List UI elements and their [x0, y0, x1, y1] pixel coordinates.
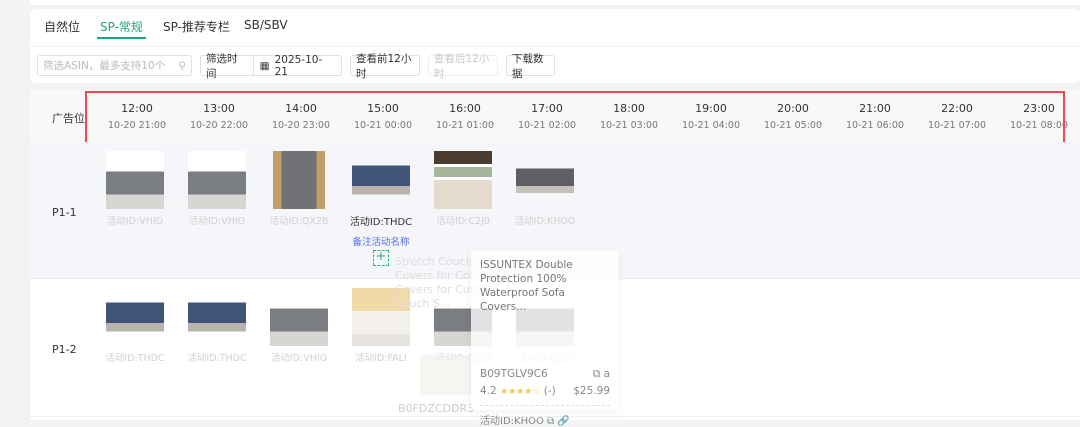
next-12h-button[interactable]: 查看后12小时 — [428, 53, 498, 80]
ad-cell[interactable]: 活动ID:KHOO — [504, 151, 586, 227]
product-tooltip: ISSUNTEX Double Protection 100% Waterpro… — [471, 250, 619, 427]
price: $25.99 — [573, 385, 610, 397]
product-image[interactable] — [352, 151, 410, 209]
divider — [30, 46, 1080, 47]
prev-12h-button[interactable]: 查看前12小时 — [350, 53, 420, 80]
product-image[interactable] — [106, 288, 164, 346]
row-label: P1-1 — [52, 206, 77, 219]
asin: B09TGLV9C6 — [480, 368, 548, 380]
campaign-id: 活动ID:VHIO — [106, 216, 164, 227]
star-rating: ★★★★☆ — [500, 387, 541, 397]
reviews: (-) — [543, 385, 556, 397]
link-icon[interactable]: 🔗 — [557, 416, 569, 427]
amazon-icon[interactable]: a — [604, 368, 610, 380]
copy-icon[interactable]: ⧉ — [547, 416, 554, 427]
product-title: ISSUNTEX Double Protection 100% Waterpro… — [480, 259, 573, 313]
ad-cell[interactable]: 活动ID:VHIO — [94, 151, 176, 227]
tab-0[interactable]: 自然位 — [44, 18, 80, 35]
note-link[interactable]: 备注活动名称 — [340, 234, 422, 248]
top-bar — [30, 0, 1080, 5]
ad-cell[interactable]: 活动ID:VHIO — [176, 151, 258, 227]
tab-3[interactable]: SB/SBV — [244, 18, 288, 32]
campaign-id: 活动ID:FALI — [355, 353, 407, 364]
rating: 4.2 — [480, 385, 497, 397]
placement-header: 广告位 — [52, 112, 85, 125]
ghost-product-image — [420, 355, 475, 395]
ad-cell[interactable]: 活动ID:VHIO — [258, 288, 340, 364]
highlight-box — [85, 91, 1065, 145]
date-filter[interactable]: 筛选时间 ▦ 2025-10-21 — [200, 53, 342, 80]
campaign-id: 活动ID:C2J0 — [436, 216, 490, 227]
ghost-tooltip-asin: B0FDZCDDR3 — [398, 402, 475, 415]
tab-1[interactable]: SP-常规 — [97, 18, 146, 39]
tab-2[interactable]: SP-推荐专栏 — [163, 18, 230, 35]
search-placeholder: 筛选ASIN，最多支持10个 — [43, 60, 166, 72]
product-image[interactable] — [188, 151, 246, 209]
campaign-id: 活动ID:THDC — [349, 217, 413, 228]
campaign-id: 活动ID:VHIO — [188, 216, 246, 227]
campaign-id: 活动ID:KHOO — [514, 216, 576, 227]
campaign-id: 活动ID:THDC — [187, 353, 247, 364]
campaign-id: 活动ID:VHIO — [270, 353, 328, 364]
filter-card: 自然位 SP-常规 SP-推荐专栏 SB/SBV 筛选ASIN，最多支持10个 ⚲ 筛选… — [30, 9, 1080, 83]
ad-cell[interactable]: 活动ID:THDC — [94, 288, 176, 364]
product-image[interactable] — [270, 151, 328, 209]
product-image[interactable] — [516, 151, 574, 209]
row-label: P1-2 — [52, 343, 77, 356]
product-image[interactable] — [434, 151, 492, 209]
search-icon: ⚲ — [178, 59, 186, 72]
campaign-id: 活动ID:QX2B — [269, 216, 329, 227]
campaign-id: 活动ID:THDC — [105, 353, 165, 364]
time-label: 筛选时间 — [201, 53, 254, 80]
product-image[interactable] — [188, 288, 246, 346]
asin-search-input[interactable]: 筛选ASIN，最多支持10个 ⚲ — [37, 55, 192, 76]
ad-cell[interactable]: 活动ID:QX2B — [258, 151, 340, 227]
scan-add-icon[interactable]: + — [373, 250, 389, 266]
table-header: 广告位 12:00 10-20 21:00 13:00 10-20 22:00 14:0… — [30, 90, 1080, 145]
date-value[interactable]: 2025-10-21 — [275, 54, 335, 78]
ad-cell[interactable]: 活动ID:THDC 备注活动名称 — [340, 151, 422, 248]
ad-cell[interactable]: 活动ID:THDC — [176, 288, 258, 364]
calendar-icon: ▦ — [259, 59, 270, 72]
ad-cell[interactable]: 活动ID:C2J0 — [422, 151, 504, 227]
download-button[interactable]: 下载数据 — [506, 53, 555, 80]
copy-icon[interactable]: ⧉ — [593, 368, 601, 380]
product-image[interactable] — [270, 288, 328, 346]
campaign-id: 活动ID:KHOO — [480, 416, 544, 427]
product-image[interactable] — [106, 151, 164, 209]
